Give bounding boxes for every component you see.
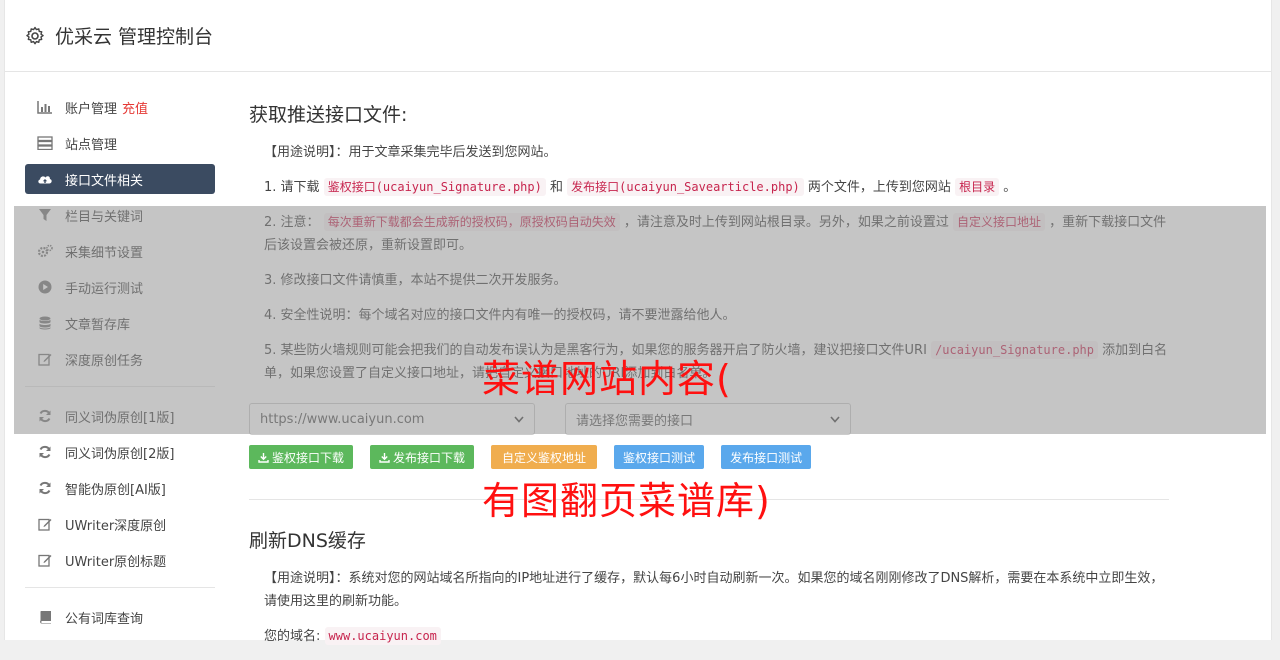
step-text: 1. 请下载 xyxy=(264,180,320,195)
edit-icon xyxy=(37,552,53,568)
sidebar-item-public-lexicon[interactable]: 公有词库查询 xyxy=(25,602,215,632)
app-frame: 优采云 管理控制台 账户管理 充值 站点管理 接口文件相关 栏目与关键词 采集细… xyxy=(4,0,1272,645)
refresh-icon xyxy=(37,408,53,424)
sidebar-item-label: 同义词伪原创[1版] xyxy=(65,410,175,426)
sidebar: 账户管理 充值 站点管理 接口文件相关 栏目与关键词 采集细节设置 手动运行测试… xyxy=(25,92,215,638)
sidebar-item-uwriter-deep[interactable]: UWriter深度原创 xyxy=(25,509,215,539)
sidebar-item-label: 站点管理 xyxy=(65,137,118,153)
edit-icon xyxy=(37,516,53,532)
sidebar-item-label: 智能伪原创[AI版] xyxy=(65,482,166,498)
sidebar-item-label: 同义词伪原创[2版] xyxy=(65,446,175,462)
server-icon xyxy=(37,135,53,151)
gear-icon xyxy=(26,26,44,44)
sidebar-divider xyxy=(25,386,215,387)
step-2: 2. 注意： 每次重新下载都会生成新的授权码，原授权码自动失效 ，请注意及时上传… xyxy=(249,211,1174,257)
auth-download-label: 鉴权接口下载 xyxy=(272,450,345,465)
step-3: 3. 修改接口文件请慎重，本站不提供二次开发服务。 xyxy=(264,273,567,288)
auth-test-label: 鉴权接口测试 xyxy=(623,450,696,465)
sidebar-item-label: 接口文件相关 xyxy=(65,173,144,189)
sidebar-item-sites[interactable]: 站点管理 xyxy=(25,128,215,158)
publish-download-button[interactable]: 发布接口下载 xyxy=(370,445,475,469)
step-text: ，请注意及时上传到网站根目录。另外，如果之前设置过 xyxy=(623,215,949,230)
auth-download-button[interactable]: 鉴权接口下载 xyxy=(249,445,354,469)
recharge-link[interactable]: 充值 xyxy=(122,98,148,117)
sidebar-item-synonym-v2[interactable]: 同义词伪原创[2版] xyxy=(25,437,215,467)
filter-icon xyxy=(37,207,53,223)
section-title-dns: 刷新DNS缓存 xyxy=(249,530,366,552)
sidebar-item-label: 深度原创任务 xyxy=(65,353,144,369)
watermark-line-2: 有图翻页菜谱库) xyxy=(482,479,771,523)
step-4: 4. 安全性说明：每个域名对应的接口文件内有唯一的授权码，请不要泄露给他人。 xyxy=(264,308,736,323)
section-title-interface: 获取推送接口文件: xyxy=(249,104,408,126)
database-icon xyxy=(37,315,53,331)
custom-auth-button[interactable]: 自定义鉴权地址 xyxy=(491,445,598,469)
sidebar-item-label: 账户管理 xyxy=(65,101,118,117)
chevron-down-icon xyxy=(830,415,840,423)
step-text: 2. 注意： xyxy=(264,215,320,230)
dns-usage-note: 【用途说明】：系统对您的网站域名所指向的IP地址进行了缓存，默认每6小时自动刷新… xyxy=(264,571,1164,609)
sidebar-item-ai-original[interactable]: 智能伪原创[AI版] xyxy=(25,473,215,503)
step-text: 两个文件，上传到您网站 xyxy=(807,180,951,195)
bar-chart-icon xyxy=(37,99,53,115)
sidebar-item-label: UWriter深度原创 xyxy=(65,518,167,534)
code-publish-file: 发布接口(ucaiyun_Savearticle.php) xyxy=(567,178,804,196)
book-icon xyxy=(37,609,53,625)
refresh-icon xyxy=(37,444,53,460)
sidebar-item-article-store[interactable]: 文章暂存库 xyxy=(25,308,215,338)
sidebar-item-deep-original[interactable]: 深度原创任务 xyxy=(25,344,215,374)
sidebar-item-label: 文章暂存库 xyxy=(65,317,131,333)
app-title: 优采云 管理控制台 xyxy=(55,26,214,48)
publish-download-label: 发布接口下载 xyxy=(393,450,466,465)
sidebar-item-label: 手动运行测试 xyxy=(65,281,144,297)
sidebar-item-label: 栏目与关键词 xyxy=(65,209,144,225)
sidebar-divider xyxy=(25,587,215,588)
play-circle-icon xyxy=(37,279,53,295)
select-row: https://www.ucaiyun.com 请选择您需要的接口 xyxy=(249,403,1174,435)
watermark-line-1: 菜谱网站内容( xyxy=(482,357,732,401)
code-warning: 每次重新下载都会生成新的授权码，原授权码自动失效 xyxy=(323,213,620,231)
sidebar-item-label: 采集细节设置 xyxy=(65,245,144,261)
code-root-dir: 根目录 xyxy=(955,178,1000,196)
interface-select-placeholder: 请选择您需要的接口 xyxy=(576,413,694,429)
button-row: 鉴权接口下载 发布接口下载 自定义鉴权地址 鉴权接口测试 发布接口测试 xyxy=(249,445,1174,469)
publish-test-button[interactable]: 发布接口测试 xyxy=(721,445,812,469)
sidebar-item-collect-settings[interactable]: 采集细节设置 xyxy=(25,236,215,266)
interface-select[interactable]: 请选择您需要的接口 xyxy=(565,403,851,435)
step-text: 。 xyxy=(1003,180,1017,195)
usage-note: 【用途说明】：用于文章采集完毕后发送到您网站。 xyxy=(264,145,557,160)
download-icon xyxy=(258,452,269,463)
sidebar-item-account[interactable]: 账户管理 充值 xyxy=(25,92,215,122)
site-select-value: https://www.ucaiyun.com xyxy=(260,411,425,427)
chevron-down-icon xyxy=(514,415,524,423)
code-custom-interface: 自定义接口地址 xyxy=(953,213,1046,231)
sidebar-item-synonym-v1[interactable]: 同义词伪原创[1版] xyxy=(25,401,215,431)
sidebar-item-columns-keywords[interactable]: 栏目与关键词 xyxy=(25,200,215,230)
refresh-icon xyxy=(37,480,53,496)
step-1: 1. 请下载 鉴权接口(ucaiyun_Signature.php) 和 发布接… xyxy=(249,176,1174,199)
publish-test-label: 发布接口测试 xyxy=(730,450,803,465)
custom-auth-label: 自定义鉴权地址 xyxy=(502,450,587,465)
sidebar-item-label: UWriter原创标题 xyxy=(65,554,167,570)
step-text: 和 xyxy=(550,180,564,195)
sidebar-item-label: 公有词库查询 xyxy=(65,611,144,627)
sidebar-item-uwriter-title[interactable]: UWriter原创标题 xyxy=(25,545,215,575)
sidebar-item-manual-run[interactable]: 手动运行测试 xyxy=(25,272,215,302)
domain-value: www.ucaiyun.com xyxy=(324,627,441,645)
auth-test-button[interactable]: 鉴权接口测试 xyxy=(614,445,705,469)
code-signature-uri: /ucaiyun_Signature.php xyxy=(931,341,1099,359)
domain-label: 您的域名: xyxy=(264,629,321,644)
code-auth-file: 鉴权接口(ucaiyun_Signature.php) xyxy=(323,178,546,196)
cogs-icon xyxy=(37,243,53,259)
domain-line: 您的域名: www.ucaiyun.com xyxy=(249,625,1174,648)
download-icon xyxy=(379,452,390,463)
site-select[interactable]: https://www.ucaiyun.com xyxy=(249,403,535,435)
sidebar-item-interface-files[interactable]: 接口文件相关 xyxy=(25,164,215,194)
top-bar: 优采云 管理控制台 xyxy=(5,0,1271,72)
edit-icon xyxy=(37,351,53,367)
cloud-upload-icon xyxy=(37,171,53,187)
